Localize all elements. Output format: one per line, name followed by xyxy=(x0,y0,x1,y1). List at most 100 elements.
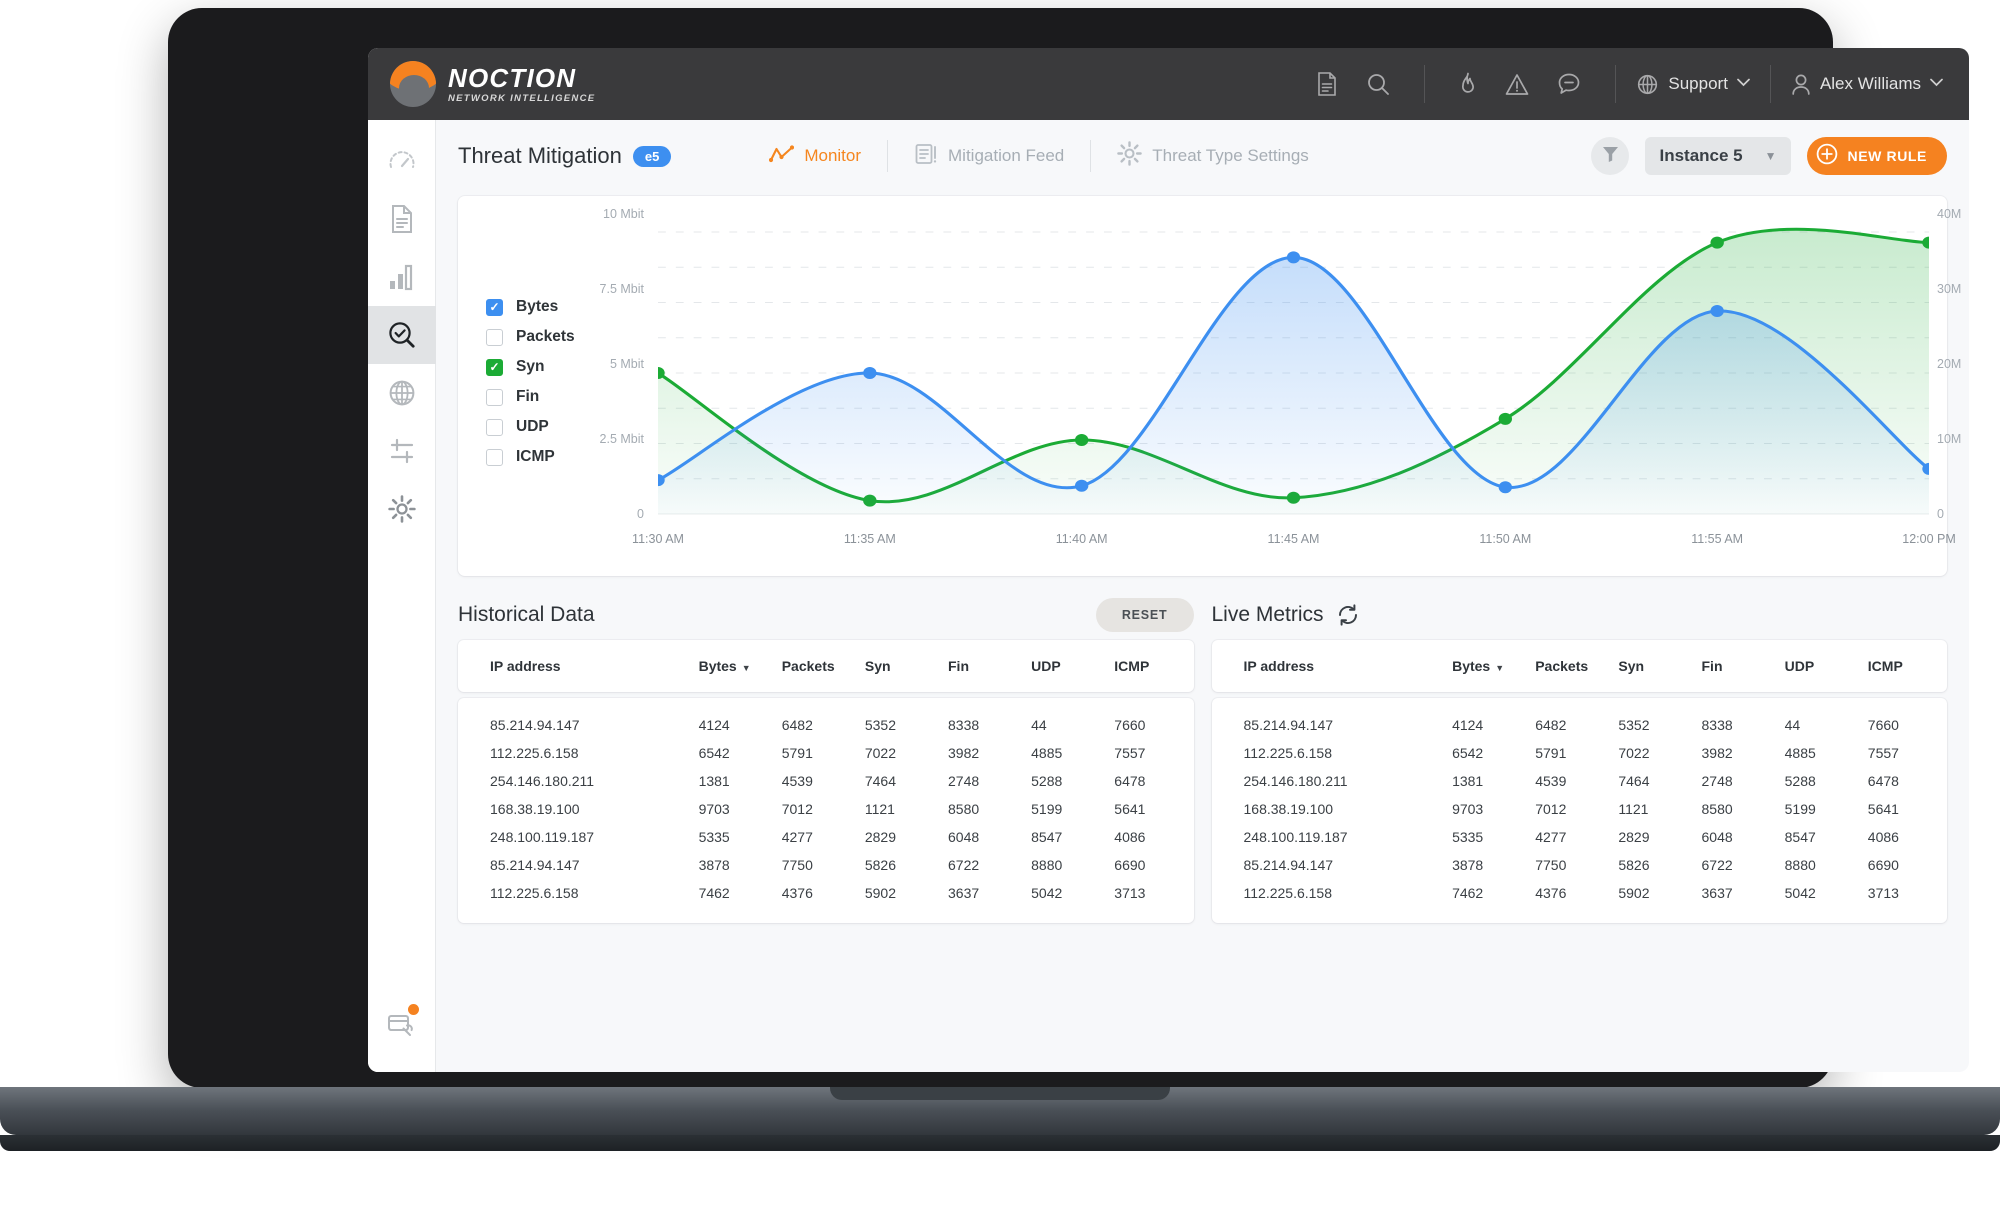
chat-icon[interactable] xyxy=(1557,72,1581,96)
reset-button[interactable]: RESET xyxy=(1096,598,1194,632)
table-row[interactable]: 112.225.6.158654257917022398248857557 xyxy=(1212,739,1948,767)
cell-packets: 7012 xyxy=(778,795,861,823)
table-row[interactable]: 112.225.6.158654257917022398248857557 xyxy=(458,739,1194,767)
column-header-bytes[interactable]: Bytes▼ xyxy=(695,658,778,674)
table-row[interactable]: 248.100.119.187533542772829604885474086 xyxy=(1212,823,1948,851)
checkbox-syn[interactable]: ✓ xyxy=(486,359,503,376)
support-label: Support xyxy=(1668,74,1728,94)
cell-icmp: 5641 xyxy=(1110,795,1193,823)
cell-syn: 2829 xyxy=(1614,823,1697,851)
check-icon: ✓ xyxy=(489,301,499,313)
checkbox-fin[interactable] xyxy=(486,389,503,406)
historical-table-body-box: 85.214.94.1474124648253528338447660112.2… xyxy=(458,698,1194,923)
checkbox-bytes[interactable]: ✓ xyxy=(486,299,503,316)
sidebar-item-settings-sliders[interactable] xyxy=(368,422,436,480)
cell-ip-address: 248.100.119.187 xyxy=(458,823,695,851)
legend-item-icmp[interactable]: ICMP xyxy=(486,442,575,472)
cell-bytes: 5335 xyxy=(695,823,778,851)
table-row[interactable]: 254.146.180.211138145397464274852886478 xyxy=(458,767,1194,795)
brand-text: NOCTION NETWORK INTELLIGENCE xyxy=(448,65,595,104)
cell-icmp: 3713 xyxy=(1110,879,1193,907)
table-row[interactable]: 85.214.94.147387877505826672288806690 xyxy=(458,851,1194,879)
live-metrics-panel: Live Metrics IP addressBytes▼PacketsSynF… xyxy=(1212,590,1948,923)
support-menu[interactable]: Support xyxy=(1616,65,1770,103)
column-header-icmp[interactable]: ICMP xyxy=(1110,658,1193,674)
tab-mitigation-feed[interactable]: Mitigation Feed xyxy=(888,139,1090,173)
refresh-icon[interactable] xyxy=(1336,603,1360,627)
sidebar-item-analytics[interactable] xyxy=(368,248,436,306)
legend-label: Bytes xyxy=(516,298,558,316)
column-header-bytes[interactable]: Bytes▼ xyxy=(1448,658,1531,674)
legend-item-bytes[interactable]: ✓ Bytes xyxy=(486,292,575,322)
cell-packets: 5791 xyxy=(778,739,861,767)
cell-icmp: 7660 xyxy=(1864,711,1947,739)
sidebar-item-configuration[interactable] xyxy=(368,480,436,538)
column-header-label: UDP xyxy=(1785,658,1815,674)
cell-udp: 5199 xyxy=(1781,795,1864,823)
y-axis-right-tick: 40M xyxy=(1937,207,1961,221)
table-row[interactable]: 85.214.94.1474124648253528338447660 xyxy=(458,711,1194,739)
table-row[interactable]: 254.146.180.211138145397464274852886478 xyxy=(1212,767,1948,795)
filter-button[interactable] xyxy=(1591,137,1629,175)
cell-ip-address: 248.100.119.187 xyxy=(1212,823,1449,851)
brand-logo-block[interactable]: NOCTION NETWORK INTELLIGENCE xyxy=(390,61,595,107)
column-header-udp[interactable]: UDP xyxy=(1781,658,1864,674)
table-row[interactable]: 248.100.119.187533542772829604885474086 xyxy=(458,823,1194,851)
y-axis-right-tick: 10M xyxy=(1937,432,1961,446)
cell-fin: 3982 xyxy=(944,739,1027,767)
sidebar-item-reports[interactable] xyxy=(368,190,436,248)
check-icon: ✓ xyxy=(489,361,499,373)
column-header-fin[interactable]: Fin xyxy=(944,658,1027,674)
sidebar-item-threat-mitigation[interactable] xyxy=(368,306,436,364)
legend-item-packets[interactable]: Packets xyxy=(486,322,575,352)
warning-icon[interactable] xyxy=(1505,73,1529,96)
cell-fin: 8580 xyxy=(944,795,1027,823)
cell-bytes: 9703 xyxy=(695,795,778,823)
table-row[interactable]: 112.225.6.158746243765902363750423713 xyxy=(1212,879,1948,907)
checkbox-packets[interactable] xyxy=(486,329,503,346)
flame-icon[interactable] xyxy=(1459,72,1477,96)
table-row[interactable]: 168.38.19.100970370121121858051995641 xyxy=(1212,795,1948,823)
column-header-label: ICMP xyxy=(1868,658,1903,674)
legend-item-fin[interactable]: Fin xyxy=(486,382,575,412)
cell-syn: 5352 xyxy=(861,711,944,739)
instance-select[interactable]: Instance 5 ▼ xyxy=(1645,137,1790,175)
live-table-header: IP addressBytes▼PacketsSynFinUDP ICMP xyxy=(1212,658,1948,674)
tab-monitor[interactable]: Monitor xyxy=(743,139,887,173)
sidebar-item-dashboard[interactable] xyxy=(368,132,436,190)
column-header-label: ICMP xyxy=(1114,658,1149,674)
legend-item-udp[interactable]: UDP xyxy=(486,412,575,442)
new-rule-button[interactable]: NEW RULE xyxy=(1807,137,1947,175)
sidebar-item-network[interactable] xyxy=(368,364,436,422)
cell-syn: 5352 xyxy=(1614,711,1697,739)
column-header-packets[interactable]: Packets xyxy=(1531,658,1614,674)
table-row[interactable]: 85.214.94.147387877505826672288806690 xyxy=(1212,851,1948,879)
checkbox-icmp[interactable] xyxy=(486,449,503,466)
column-header-syn[interactable]: Syn xyxy=(1614,658,1697,674)
cell-fin: 3637 xyxy=(944,879,1027,907)
cell-icmp: 4086 xyxy=(1110,823,1193,851)
checkbox-udp[interactable] xyxy=(486,419,503,436)
legend-item-syn[interactable]: ✓Syn xyxy=(486,352,575,382)
noction-logo-icon xyxy=(390,61,436,107)
column-header-syn[interactable]: Syn xyxy=(861,658,944,674)
document-icon[interactable] xyxy=(1316,72,1338,96)
column-header-ip-address[interactable]: IP address xyxy=(458,658,695,674)
column-header-udp[interactable]: UDP xyxy=(1027,658,1110,674)
column-header-ip-address[interactable]: IP address xyxy=(1212,658,1449,674)
column-header-icmp[interactable]: ICMP xyxy=(1864,658,1947,674)
table-row[interactable]: 168.38.19.100970370121121858051995641 xyxy=(458,795,1194,823)
sidebar-item-maintenance[interactable] xyxy=(368,996,436,1054)
search-icon[interactable] xyxy=(1366,72,1390,96)
column-header-packets[interactable]: Packets xyxy=(778,658,861,674)
table-row[interactable]: 112.225.6.158746243765902363750423713 xyxy=(458,879,1194,907)
cell-ip-address: 254.146.180.211 xyxy=(458,767,695,795)
instance-select-value: Instance 5 xyxy=(1659,146,1742,166)
cell-packets: 4376 xyxy=(778,879,861,907)
table-row[interactable]: 85.214.94.1474124648253528338447660 xyxy=(1212,711,1948,739)
user-menu[interactable]: Alex Williams xyxy=(1771,65,1969,103)
legend-label: Packets xyxy=(516,328,575,346)
tab-threat-type-settings[interactable]: Threat Type Settings xyxy=(1091,139,1335,173)
column-header-fin[interactable]: Fin xyxy=(1698,658,1781,674)
main-content: Threat Mitigation e5 Monitor xyxy=(436,120,1969,1072)
